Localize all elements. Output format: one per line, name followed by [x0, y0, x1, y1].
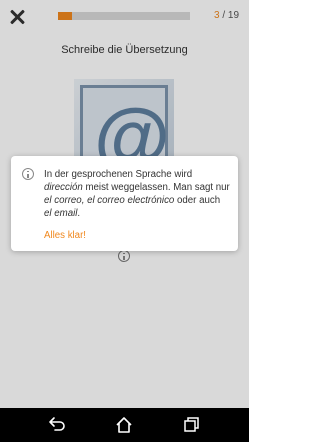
home-icon[interactable]: [104, 408, 144, 442]
lesson-screen: 3 / 19 Schreibe die Übersetzung @ In der…: [0, 0, 249, 408]
info-icon: [22, 168, 34, 180]
back-icon[interactable]: [36, 408, 76, 442]
dialog-message: In der gesprochenen Sprache wird direcci…: [44, 168, 230, 220]
hint-dialog: In der gesprochenen Sprache wird direcci…: [11, 156, 238, 251]
recent-apps-icon[interactable]: [172, 408, 212, 442]
msg-part: .: [77, 208, 81, 219]
system-nav-bar: [0, 408, 249, 442]
msg-term: el email: [44, 208, 78, 219]
msg-part: meist weggelassen. Man sagt nur: [82, 182, 230, 193]
msg-term: el correo, el correo electrónico: [44, 195, 175, 206]
msg-part: oder auch: [174, 195, 221, 206]
ok-button[interactable]: Alles klar!: [44, 230, 86, 241]
msg-term: dirección: [44, 182, 83, 193]
msg-part: In der gesprochenen Sprache wird: [44, 169, 193, 180]
